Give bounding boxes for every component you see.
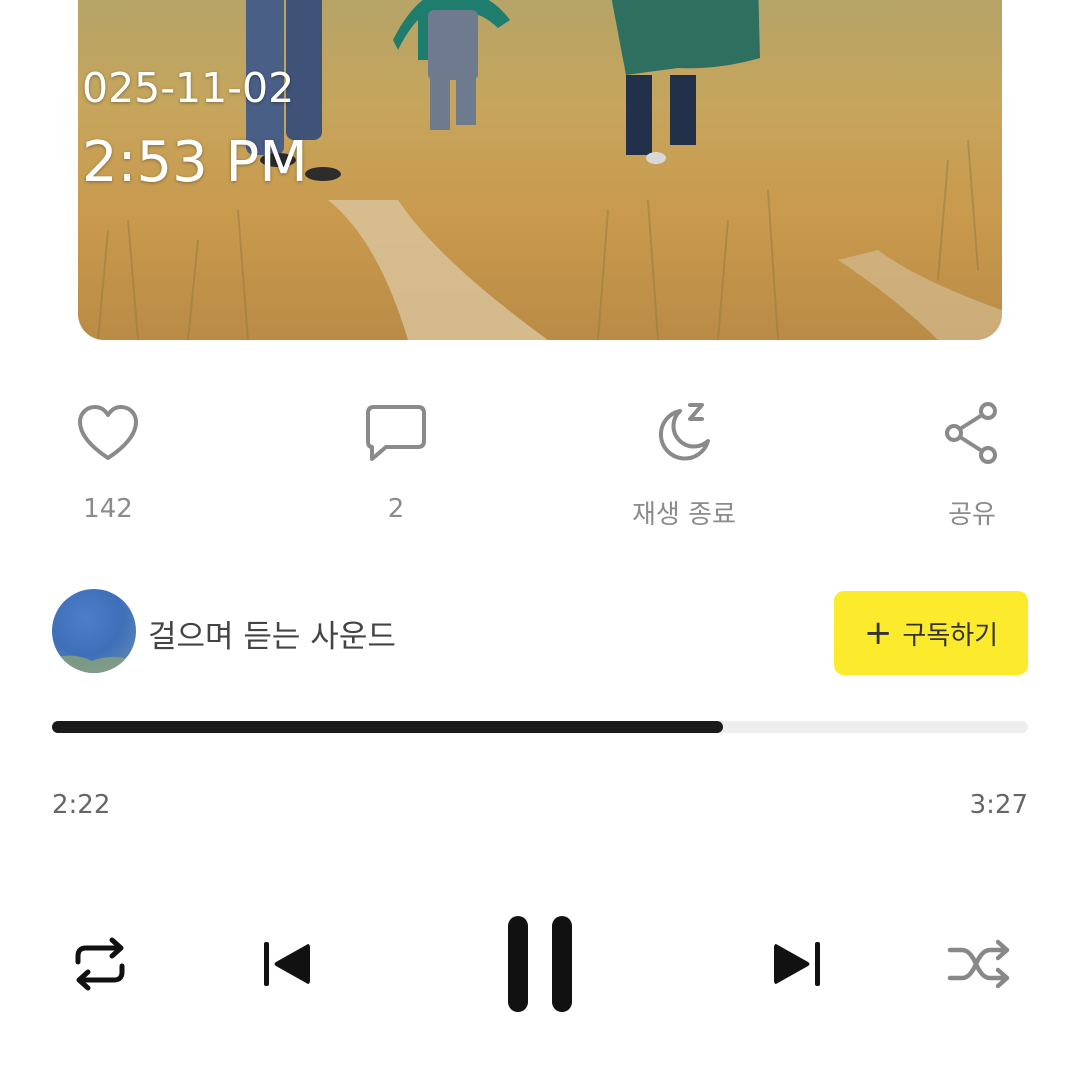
- like-count: 142: [83, 494, 133, 524]
- pause-button[interactable]: [494, 910, 586, 1020]
- shuffle-button[interactable]: [944, 928, 1016, 1000]
- previous-button[interactable]: [250, 928, 322, 1000]
- pause-icon: [508, 916, 572, 1012]
- repeat-button[interactable]: [64, 928, 136, 1000]
- cover-time: 2:53 PM: [82, 130, 308, 195]
- share-label: 공유: [948, 500, 996, 530]
- channel-name[interactable]: 걸으며 듣는 사운드: [148, 611, 396, 656]
- cover-date: 025-11-02: [82, 64, 295, 112]
- heart-icon: [73, 398, 143, 468]
- share-icon: [937, 398, 1007, 468]
- next-icon: [774, 942, 820, 986]
- next-button[interactable]: [762, 928, 834, 1000]
- sleep-timer-icon: [649, 398, 719, 468]
- comment-button[interactable]: 2: [316, 398, 476, 538]
- subscribe-button[interactable]: + 구독하기: [834, 591, 1028, 675]
- shuffle-icon: [947, 939, 1010, 989]
- comment-count: 2: [387, 494, 405, 524]
- channel-avatar[interactable]: [52, 589, 136, 673]
- comment-icon: [361, 398, 431, 468]
- plus-icon: +: [863, 613, 893, 653]
- current-time: 2:22: [52, 790, 111, 820]
- sleep-timer-button[interactable]: 재생 종료: [604, 398, 764, 538]
- channel-row: 걸으며 듣는 사운드 + 구독하기: [52, 589, 1028, 675]
- like-button[interactable]: 142: [28, 398, 188, 538]
- playback-progress-bar[interactable]: [52, 721, 1028, 733]
- repeat-icon: [75, 937, 125, 991]
- total-time: 3:27: [969, 790, 1028, 820]
- cover-image: 025-11-02 2:53 PM: [78, 0, 1002, 340]
- previous-icon: [264, 942, 310, 986]
- progress-fill: [52, 721, 724, 733]
- subscribe-label: 구독하기: [902, 620, 999, 651]
- share-button[interactable]: 공유: [892, 398, 1052, 538]
- sleep-timer-label: 재생 종료: [632, 500, 736, 530]
